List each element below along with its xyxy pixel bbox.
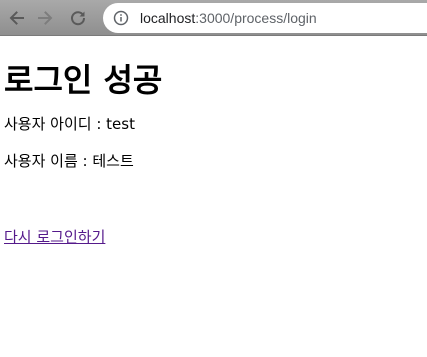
url-host: localhost bbox=[140, 10, 196, 26]
browser-toolbar: localhost:3000/process/login bbox=[0, 0, 427, 36]
forward-arrow-icon bbox=[38, 11, 53, 25]
back-arrow-icon bbox=[9, 11, 24, 25]
reload-icon bbox=[71, 11, 86, 26]
back-button[interactable] bbox=[4, 6, 28, 30]
page-content: 로그인 성공 사용자 아이디 : test 사용자 이름 : 테스트 다시 로그… bbox=[0, 60, 427, 247]
user-name-text: 사용자 이름 : 테스트 bbox=[4, 152, 134, 170]
reload-button[interactable] bbox=[66, 6, 90, 30]
page-title: 로그인 성공 bbox=[4, 61, 163, 99]
forward-button[interactable] bbox=[34, 6, 58, 30]
toolbar-divider bbox=[0, 35, 427, 36]
address-bar[interactable]: localhost:3000/process/login bbox=[103, 3, 427, 33]
url-text: localhost:3000/process/login bbox=[140, 10, 317, 26]
info-icon[interactable] bbox=[113, 10, 129, 26]
relogin-link[interactable]: 다시 로그인하기 bbox=[4, 227, 105, 247]
url-path: :3000/process/login bbox=[195, 10, 317, 26]
user-id-text: 사용자 아이디 : test bbox=[4, 115, 135, 133]
